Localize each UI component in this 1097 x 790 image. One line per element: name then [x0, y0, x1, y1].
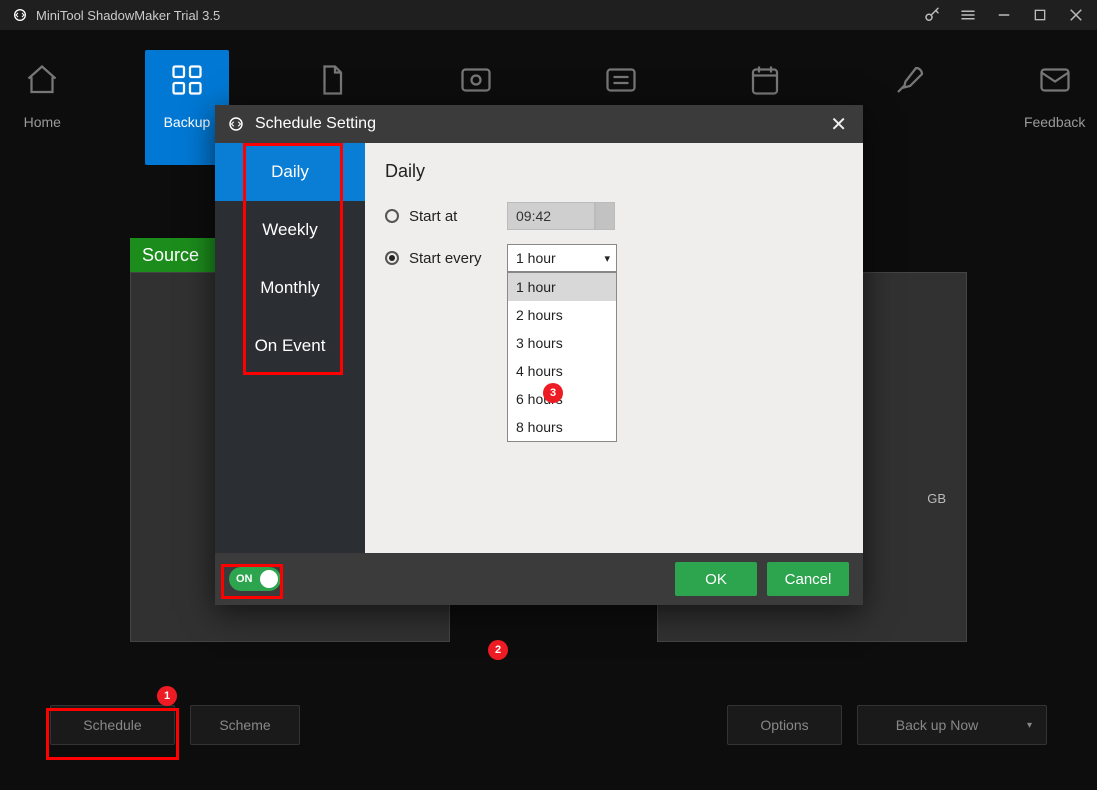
backup-icon — [145, 60, 230, 100]
tab-daily[interactable]: Daily — [215, 143, 365, 201]
source-label: Source — [142, 245, 199, 266]
home-icon — [0, 60, 85, 100]
app-logo-icon — [12, 7, 28, 23]
dropdown-option[interactable]: 8 hours — [508, 413, 616, 441]
close-icon[interactable] — [1067, 6, 1085, 24]
nav-label: Home — [0, 114, 85, 130]
start-every-label: Start every — [409, 250, 489, 267]
modal-content: Daily Start at 09:42 Start every 1 hour — [365, 143, 863, 553]
schedule-button[interactable]: Schedule — [50, 705, 175, 745]
titlebar: MiniTool ShadowMaker Trial 3.5 — [0, 0, 1097, 30]
start-every-dropdown: 1 hour 2 hours 3 hours 4 hours 6 hours 8… — [507, 272, 617, 442]
app-title: MiniTool ShadowMaker Trial 3.5 — [36, 8, 923, 23]
content-title: Daily — [385, 161, 843, 182]
dropdown-option[interactable]: 4 hours — [508, 357, 616, 385]
feedback-icon — [1012, 60, 1097, 100]
start-every-select[interactable]: 1 hour 1 hour 2 hours 3 hours 4 hours 6 … — [507, 244, 617, 272]
menu-icon[interactable] — [959, 6, 977, 24]
scheme-button[interactable]: Scheme — [190, 705, 300, 745]
tab-monthly[interactable]: Monthly — [215, 259, 365, 317]
nav-label: Feedback — [1012, 114, 1097, 130]
list-icon — [579, 60, 664, 100]
nav-feedback[interactable]: Feedback — [1012, 60, 1097, 160]
modal-close-button[interactable]: ✕ — [826, 112, 851, 137]
modal-footer: ON OK Cancel — [215, 553, 863, 605]
radio-start-at[interactable] — [385, 209, 399, 223]
dropdown-option[interactable]: 1 hour — [508, 273, 616, 301]
backup-now-button[interactable]: Back up Now — [857, 705, 1047, 745]
toggle-label: ON — [236, 573, 253, 585]
modal-header: Schedule Setting ✕ — [215, 105, 863, 143]
modal-title: Schedule Setting — [255, 115, 376, 133]
minimize-icon[interactable] — [995, 6, 1013, 24]
schedule-toggle[interactable]: ON — [229, 567, 281, 591]
modal-sidebar: Daily Weekly Monthly On Event — [215, 143, 365, 553]
tools-icon — [868, 60, 953, 100]
tab-weekly[interactable]: Weekly — [215, 201, 365, 259]
cancel-button[interactable]: Cancel — [767, 562, 849, 596]
ok-button[interactable]: OK — [675, 562, 757, 596]
toggle-knob — [260, 570, 278, 588]
nav-item-7[interactable] — [868, 60, 953, 160]
start-at-label: Start at — [409, 208, 489, 225]
file-icon — [289, 60, 374, 100]
dropdown-option[interactable]: 2 hours — [508, 301, 616, 329]
radio-start-every[interactable] — [385, 251, 399, 265]
select-value: 1 hour — [516, 250, 556, 266]
tab-on-event[interactable]: On Event — [215, 317, 365, 375]
time-spinner[interactable] — [595, 202, 615, 230]
restore-icon — [434, 60, 519, 100]
key-icon[interactable] — [923, 6, 941, 24]
dropdown-option[interactable]: 3 hours — [508, 329, 616, 357]
modal-logo-icon — [227, 115, 245, 133]
calendar-icon — [723, 60, 808, 100]
maximize-icon[interactable] — [1031, 6, 1049, 24]
start-at-time-input[interactable]: 09:42 — [507, 202, 595, 230]
capacity-suffix: GB — [927, 491, 946, 506]
schedule-setting-modal: Schedule Setting ✕ Daily Weekly Monthly … — [215, 105, 863, 605]
dropdown-option[interactable]: 6 hours — [508, 385, 616, 413]
options-button[interactable]: Options — [727, 705, 842, 745]
nav-home[interactable]: Home — [0, 60, 85, 160]
